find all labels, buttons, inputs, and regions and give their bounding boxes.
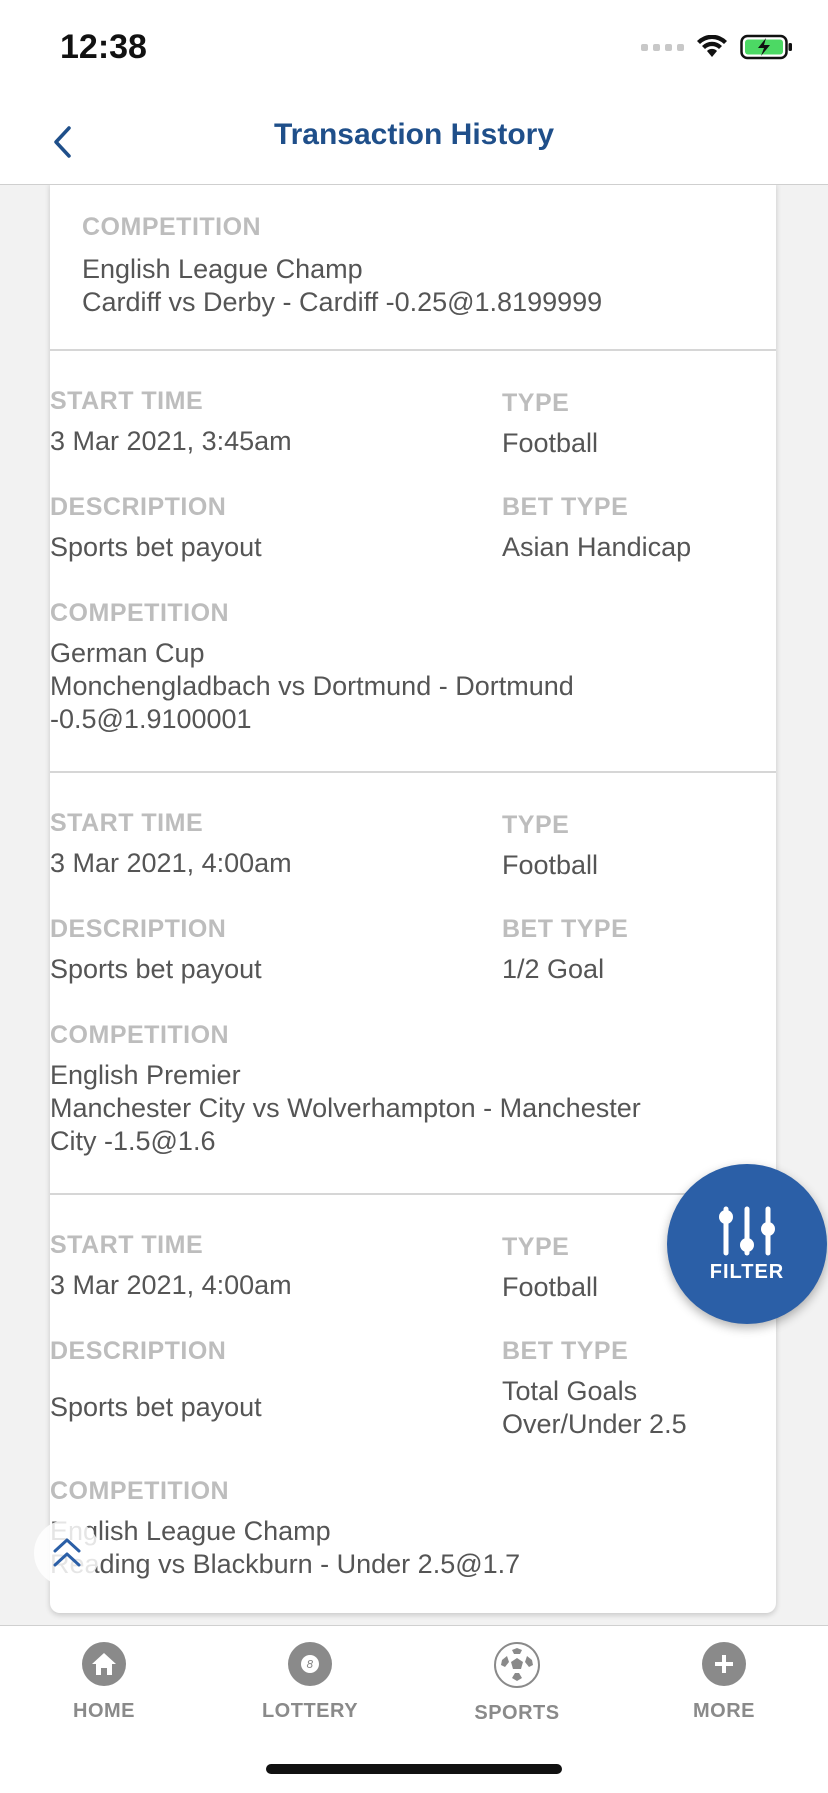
bet-type-line: Over/Under 2.5 [502, 1409, 687, 1439]
navigation-bar: Transaction History [0, 100, 828, 185]
competition-value: English Premier Manchester City vs Wolve… [50, 1059, 641, 1158]
status-time: 12:38 [60, 28, 147, 66]
competition-name: English League Champ [82, 254, 363, 284]
description-value: Sports bet payout [50, 1392, 262, 1422]
transaction-list-viewport[interactable]: COMPETITION English League Champ Cardiff… [0, 185, 828, 1625]
transaction-list: COMPETITION English League Champ Cardiff… [50, 185, 776, 1613]
scroll-to-top-button[interactable] [34, 1520, 100, 1586]
tab-home[interactable]: HOME [34, 1642, 174, 1723]
match-selection: Manchester City vs Wolverhampton - Manch… [50, 1093, 641, 1123]
description-value: Sports bet payout [50, 954, 262, 984]
status-icons [641, 34, 794, 60]
bet-type-label: BET TYPE [502, 1337, 629, 1365]
bet-type-value: 1/2 Goal [502, 954, 605, 984]
match-selection: Reading vs Blackburn - Under 2.5@1.7 [50, 1549, 521, 1579]
tab-label: MORE [693, 1700, 755, 1722]
start-time-value: 3 Mar 2021, 4:00am [50, 848, 292, 878]
match-selection: Cardiff vs Derby - Cardiff -0.25@1.81999… [82, 287, 603, 317]
competition-label: COMPETITION [50, 599, 230, 627]
competition-name: German Cup [50, 638, 205, 668]
transaction-record: START TIME TYPE 3 Mar 2021, 4:00am Footb… [50, 1195, 776, 1613]
home-icon [82, 1642, 126, 1686]
transaction-record: COMPETITION English League Champ Cardiff… [50, 185, 776, 351]
bet-type-value: Total Goals Over/Under 2.5 [502, 1375, 687, 1441]
bet-type-label: BET TYPE [502, 493, 629, 521]
competition-name: English League Champ [50, 1516, 331, 1546]
type-value: Football [502, 850, 599, 880]
bet-type-value: Asian Handicap [502, 532, 692, 562]
competition-value: English League Champ Reading vs Blackbur… [50, 1515, 520, 1581]
type-label: TYPE [502, 1233, 570, 1261]
match-selection-cont: City -1.5@1.6 [50, 1126, 216, 1156]
bet-type-line: Total Goals [502, 1376, 638, 1406]
match-selection-cont: -0.5@1.9100001 [50, 704, 252, 734]
cellular-signal-icon [641, 43, 684, 51]
competition-value: German Cup Monchengladbach vs Dortmund -… [50, 637, 574, 736]
competition-label: COMPETITION [50, 1477, 230, 1505]
description-value: Sports bet payout [50, 532, 262, 562]
type-value: Football [502, 1272, 599, 1302]
battery-charging-icon [740, 34, 792, 60]
start-time-value: 3 Mar 2021, 4:00am [50, 1270, 292, 1300]
start-time-value: 3 Mar 2021, 3:45am [50, 426, 292, 456]
home-indicator [266, 1764, 562, 1774]
type-value: Football [502, 428, 599, 458]
lottery-ball-icon: 8 [288, 1642, 332, 1686]
soccer-ball-icon [494, 1642, 540, 1688]
start-time-label: START TIME [50, 1231, 204, 1259]
start-time-label: START TIME [50, 387, 204, 415]
page-title: Transaction History [273, 118, 555, 151]
description-label: DESCRIPTION [50, 493, 227, 521]
transaction-record: START TIME TYPE 3 Mar 2021, 4:00am Footb… [50, 773, 776, 1195]
bet-type-label: BET TYPE [502, 915, 629, 943]
plus-icon [702, 1642, 746, 1686]
competition-name: English Premier [50, 1060, 241, 1090]
filter-label: FILTER [709, 1260, 785, 1283]
competition-value: English League Champ Cardiff vs Derby - … [82, 253, 602, 319]
transaction-record: START TIME TYPE 3 Mar 2021, 3:45am Footb… [50, 351, 776, 773]
sliders-icon [719, 1206, 775, 1255]
competition-label: COMPETITION [82, 213, 262, 241]
match-selection: Monchengladbach vs Dortmund - Dortmund [50, 671, 574, 701]
type-label: TYPE [502, 811, 570, 839]
tab-label: SPORTS [474, 1702, 560, 1724]
type-label: TYPE [502, 389, 570, 417]
tab-more[interactable]: MORE [654, 1642, 794, 1723]
svg-text:8: 8 [307, 1658, 314, 1671]
wifi-icon [697, 35, 727, 57]
start-time-label: START TIME [50, 809, 204, 837]
tab-label: LOTTERY [261, 1700, 359, 1722]
double-chevron-up-icon [53, 1538, 81, 1567]
description-label: DESCRIPTION [50, 915, 227, 943]
filter-button[interactable]: FILTER [667, 1164, 827, 1324]
tab-lottery[interactable]: 8 LOTTERY [240, 1642, 380, 1723]
competition-label: COMPETITION [50, 1021, 230, 1049]
tab-sports[interactable]: SPORTS [447, 1642, 587, 1725]
tab-label: HOME [73, 1700, 135, 1722]
status-bar: 12:38 [0, 0, 828, 100]
description-label: DESCRIPTION [50, 1337, 227, 1365]
